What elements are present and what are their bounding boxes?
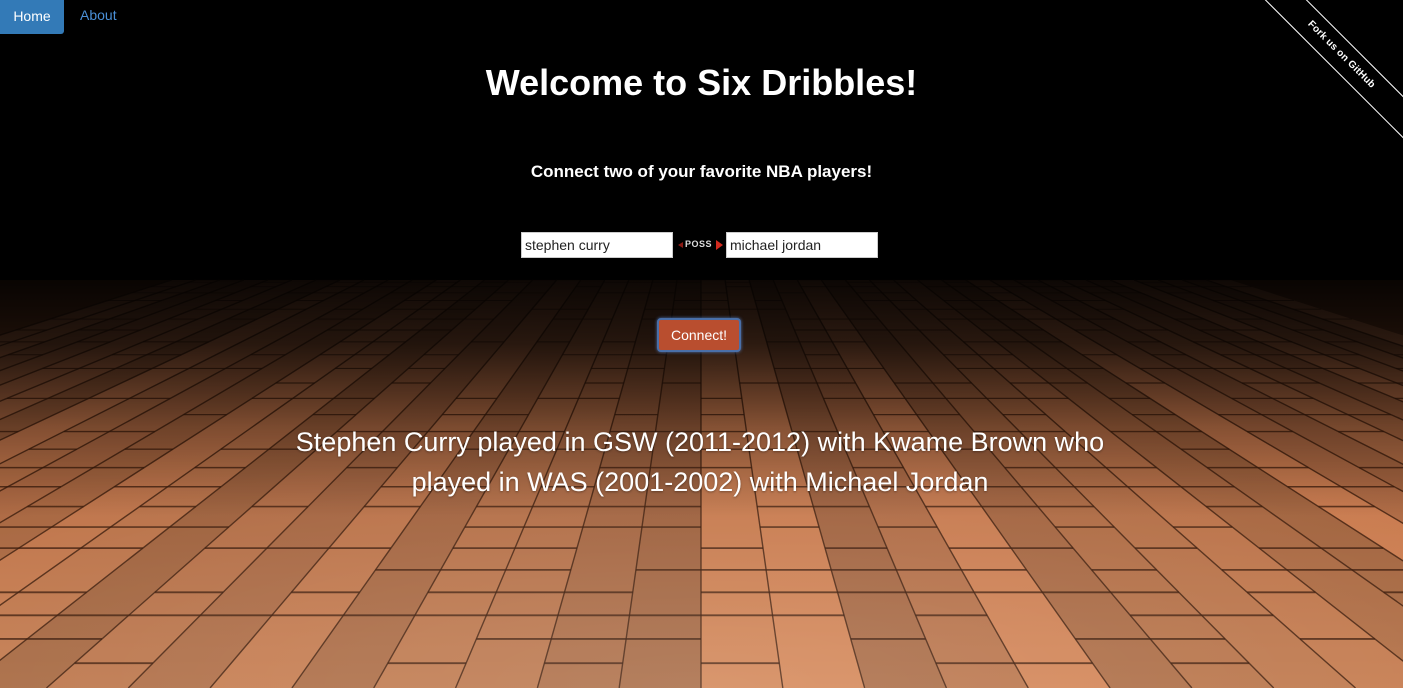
possession-arrow-icon: POSS bbox=[676, 237, 724, 253]
possession-label: POSS bbox=[685, 239, 713, 249]
github-ribbon-container: Fork us on GitHub bbox=[1263, 0, 1403, 140]
possession-right-arrow-icon bbox=[716, 240, 723, 250]
page-title: Welcome to Six Dribbles! bbox=[485, 62, 918, 103]
player-one-input[interactable] bbox=[521, 232, 673, 258]
nav-about-link[interactable]: About bbox=[80, 0, 117, 32]
page-subtitle: Connect two of your favorite NBA players… bbox=[530, 162, 873, 181]
connection-result-text: Stephen Curry played in GSW (2011-2012) … bbox=[295, 427, 1105, 497]
nav-home-link[interactable]: Home bbox=[0, 0, 64, 34]
fork-github-ribbon[interactable]: Fork us on GitHub bbox=[1263, 0, 1403, 140]
player-two-input[interactable] bbox=[726, 232, 878, 258]
connect-button[interactable]: Connect! bbox=[657, 318, 741, 352]
top-navbar: Home About bbox=[0, 0, 1403, 36]
possession-left-arrow-icon bbox=[678, 242, 683, 248]
